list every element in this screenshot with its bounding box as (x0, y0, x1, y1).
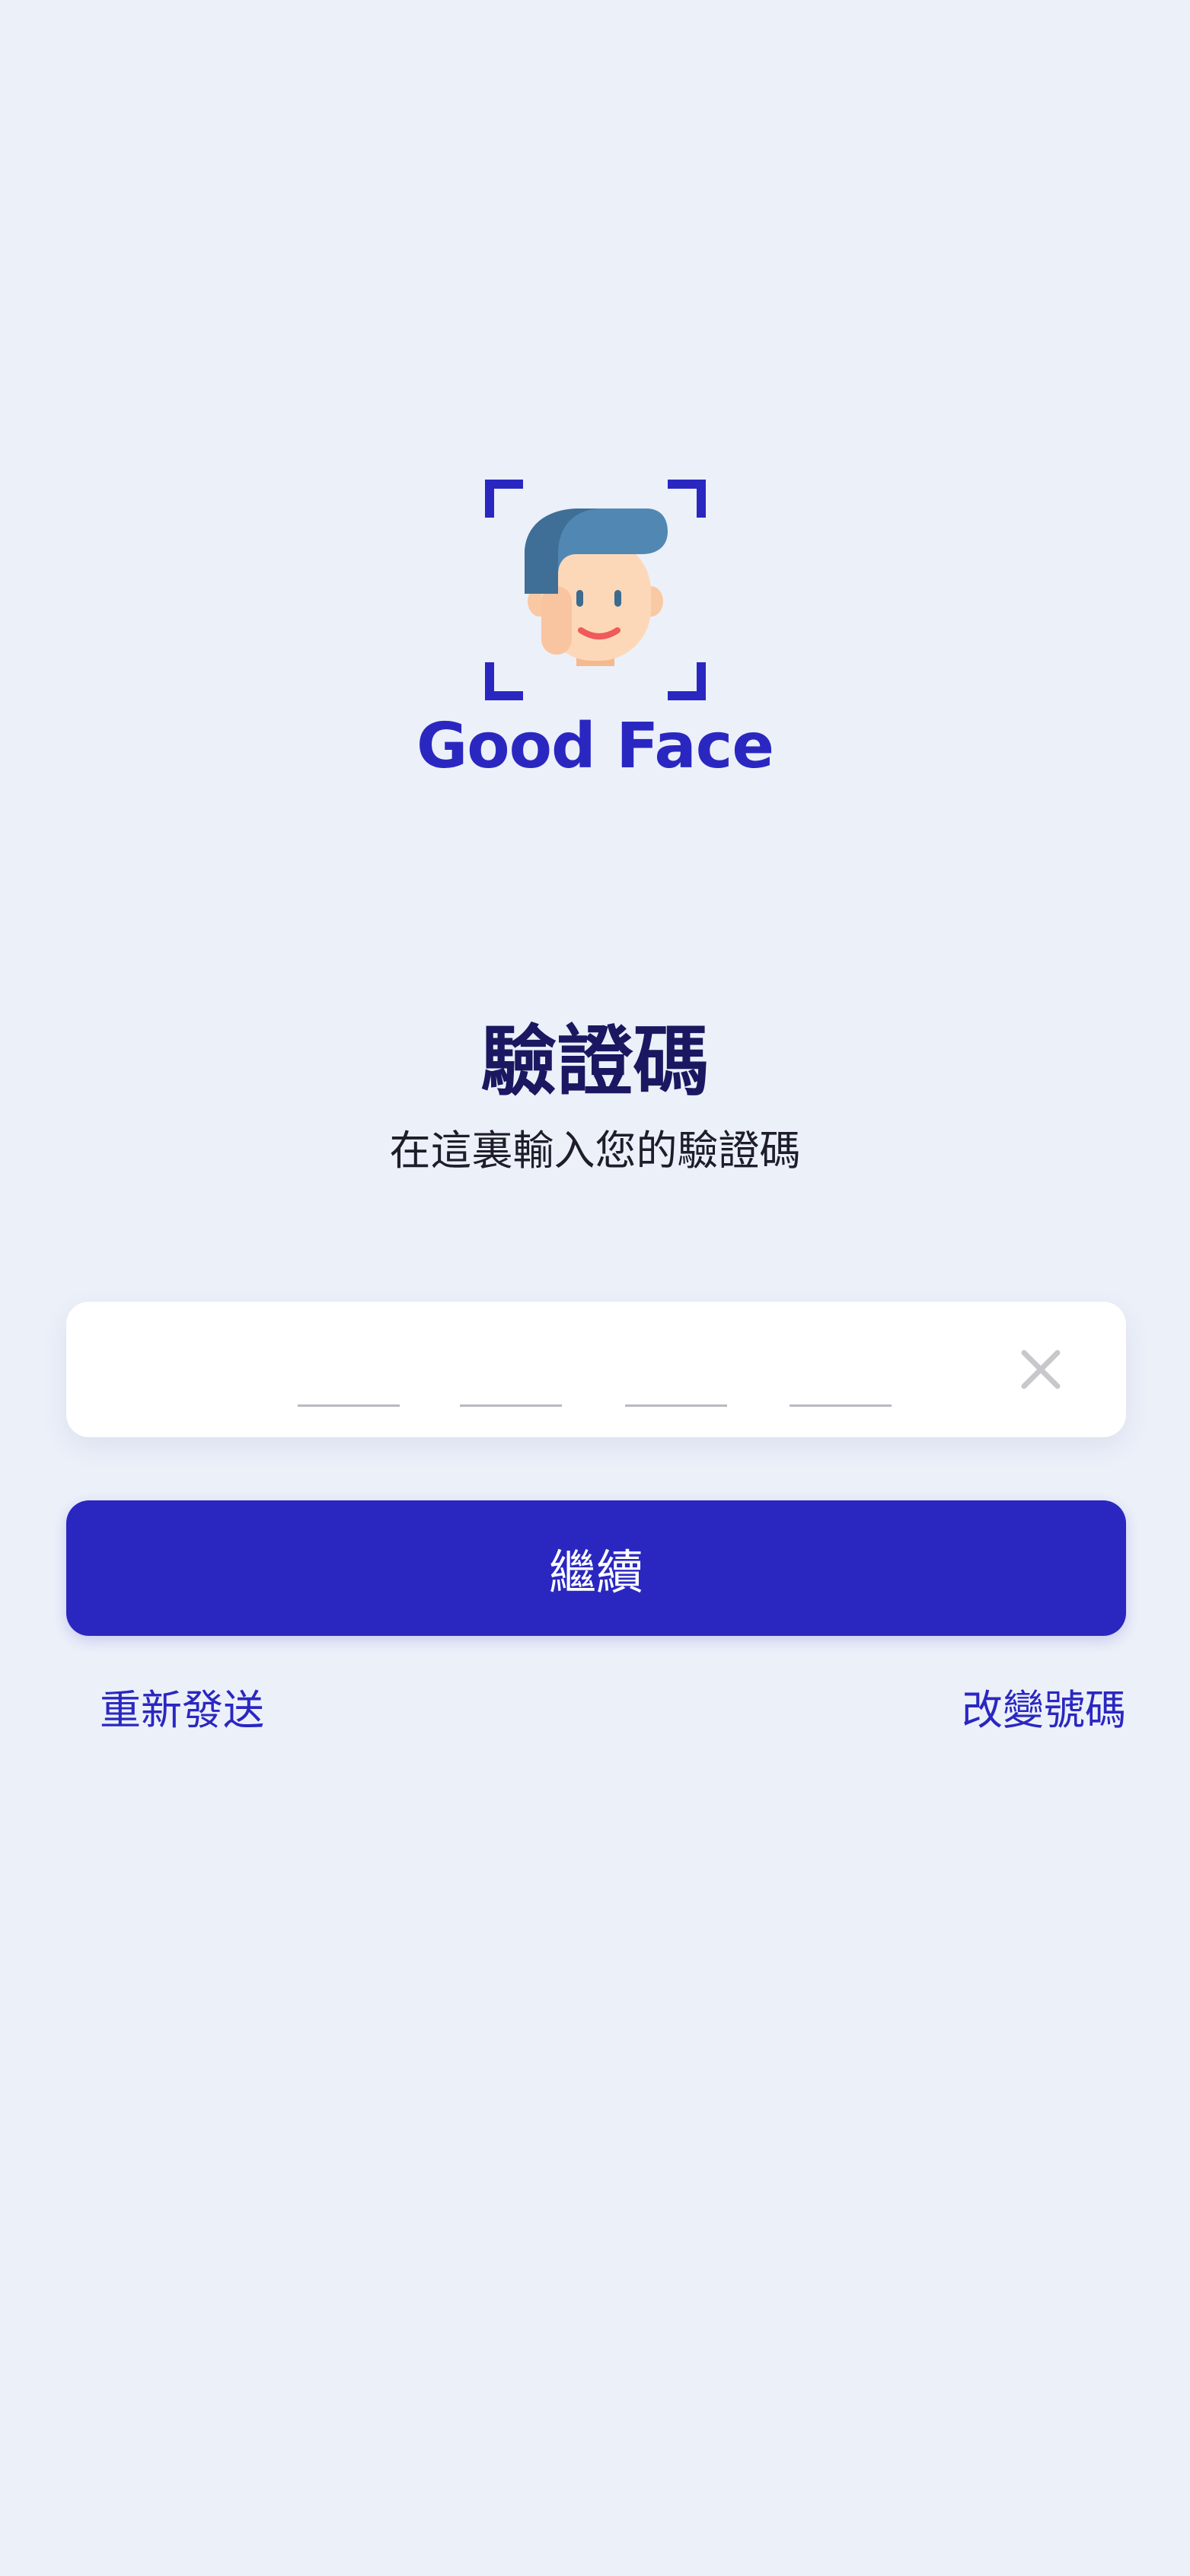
code-digit-2[interactable] (460, 1404, 562, 1407)
app-logo: Good Face (0, 480, 1190, 778)
page-subtitle: 在這裏輸入您的驗證碼 (389, 1127, 801, 1175)
page-title: 驗證碼 (480, 1017, 710, 1106)
verification-code-input[interactable] (66, 1302, 1126, 1437)
resend-code-link[interactable]: 重新發送 (100, 1686, 264, 1736)
close-icon[interactable] (1016, 1345, 1065, 1394)
code-digit-4[interactable] (790, 1404, 892, 1407)
code-digit-1[interactable] (298, 1404, 400, 1407)
change-number-link[interactable]: 改變號碼 (962, 1686, 1126, 1736)
face-scan-icon (484, 480, 706, 700)
code-digit-3[interactable] (625, 1404, 727, 1407)
continue-button[interactable]: 繼續 (66, 1500, 1126, 1636)
app-name: Good Face (416, 710, 774, 783)
